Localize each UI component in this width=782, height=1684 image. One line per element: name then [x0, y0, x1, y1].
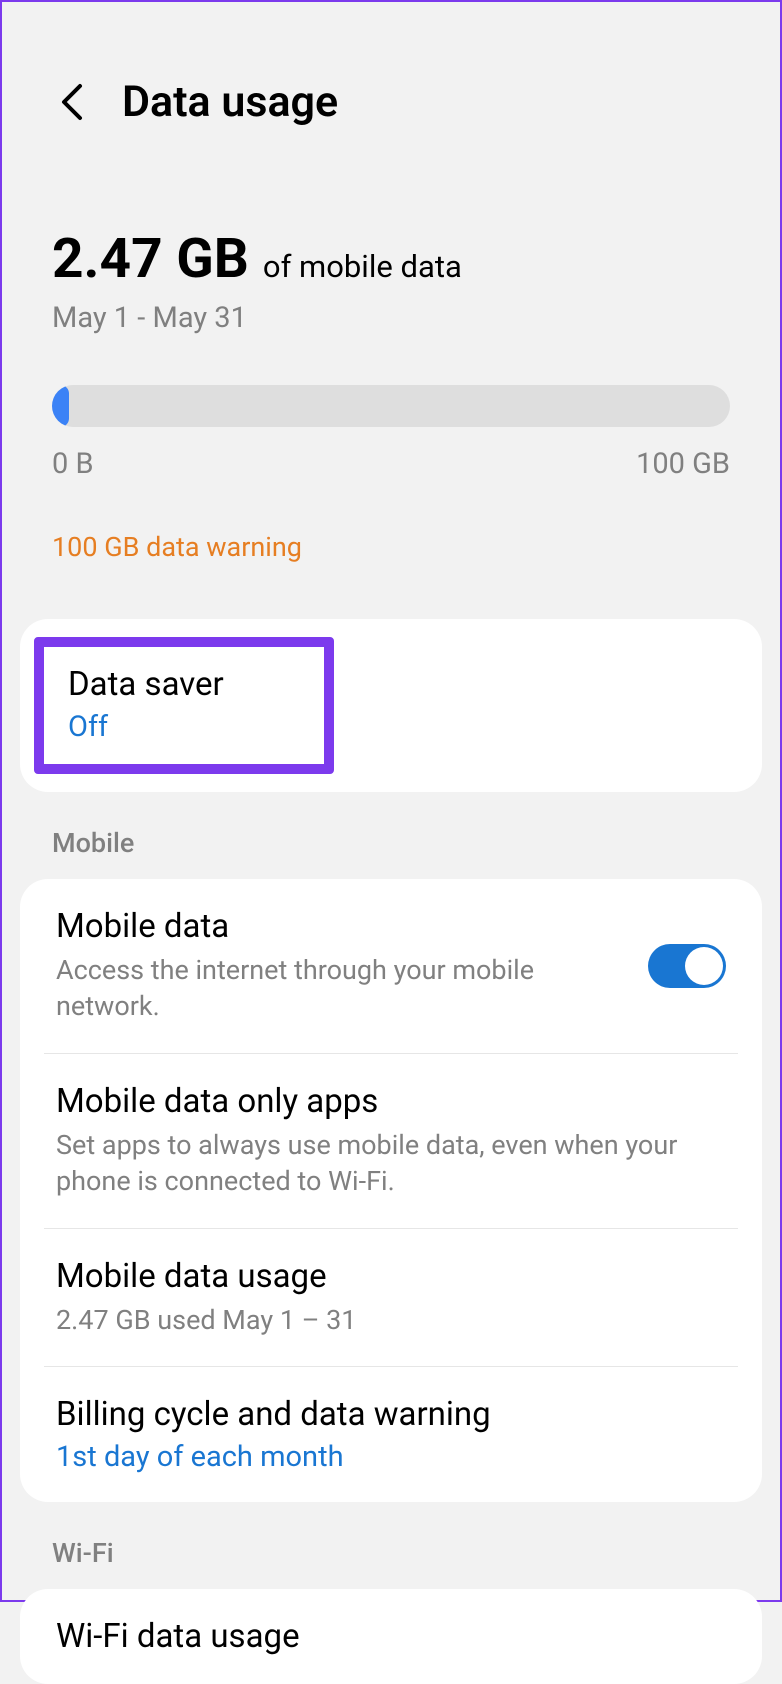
- billing-cycle-item[interactable]: Billing cycle and data warning 1st day o…: [20, 1367, 762, 1502]
- item-desc: Set apps to always use mobile data, even…: [56, 1127, 726, 1200]
- data-saver-highlight: Data saver Off: [34, 637, 334, 774]
- mobile-data-only-apps-item[interactable]: Mobile data only apps Set apps to always…: [20, 1054, 762, 1228]
- mobile-card: Mobile data Access the internet through …: [20, 879, 762, 1502]
- usage-value: 2.47 GB: [52, 227, 249, 291]
- item-status: 1st day of each month: [56, 1440, 726, 1474]
- progress-labels: 0 B 100 GB: [52, 447, 730, 481]
- list-item-content: Billing cycle and data warning 1st day o…: [56, 1395, 726, 1474]
- item-desc: 2.47 GB used May 1 – 31: [56, 1302, 726, 1338]
- usage-progress-bar[interactable]: [52, 385, 730, 427]
- page-title: Data usage: [122, 77, 338, 127]
- usage-progress-fill: [52, 385, 69, 427]
- list-item-content: Mobile data usage 2.47 GB used May 1 – 3…: [56, 1257, 726, 1338]
- data-warning-text: 100 GB data warning: [52, 531, 730, 563]
- wifi-card: Wi-Fi data usage: [20, 1589, 762, 1684]
- item-title: Wi-Fi data usage: [56, 1617, 726, 1656]
- data-saver-status: Off: [68, 710, 300, 744]
- progress-min: 0 B: [52, 447, 94, 481]
- data-saver-card[interactable]: Data saver Off: [20, 619, 762, 792]
- data-saver-title: Data saver: [68, 665, 300, 704]
- section-header-mobile: Mobile: [2, 792, 780, 879]
- wifi-data-usage-item[interactable]: Wi-Fi data usage: [20, 1589, 762, 1684]
- chevron-left-icon: [59, 82, 85, 122]
- date-range: May 1 - May 31: [52, 301, 730, 335]
- usage-suffix: of mobile data: [263, 248, 462, 285]
- item-desc: Access the internet through your mobile …: [56, 952, 628, 1025]
- list-item-content: Wi-Fi data usage: [56, 1617, 726, 1656]
- item-title: Mobile data: [56, 907, 628, 946]
- back-button[interactable]: [52, 82, 92, 122]
- mobile-data-item[interactable]: Mobile data Access the internet through …: [20, 879, 762, 1053]
- list-item-content: Mobile data Access the internet through …: [56, 907, 628, 1025]
- item-title: Billing cycle and data warning: [56, 1395, 726, 1434]
- progress-max: 100 GB: [636, 447, 730, 481]
- item-title: Mobile data usage: [56, 1257, 726, 1296]
- usage-amount: 2.47 GB of mobile data: [52, 227, 730, 291]
- list-item-content: Mobile data only apps Set apps to always…: [56, 1082, 726, 1200]
- item-title: Mobile data only apps: [56, 1082, 726, 1121]
- usage-summary: 2.47 GB of mobile data May 1 - May 31 0 …: [2, 147, 780, 593]
- section-header-wifi: Wi-Fi: [2, 1502, 780, 1589]
- mobile-data-usage-item[interactable]: Mobile data usage 2.47 GB used May 1 – 3…: [20, 1229, 762, 1366]
- mobile-data-toggle[interactable]: [648, 944, 726, 988]
- header: Data usage: [2, 2, 780, 147]
